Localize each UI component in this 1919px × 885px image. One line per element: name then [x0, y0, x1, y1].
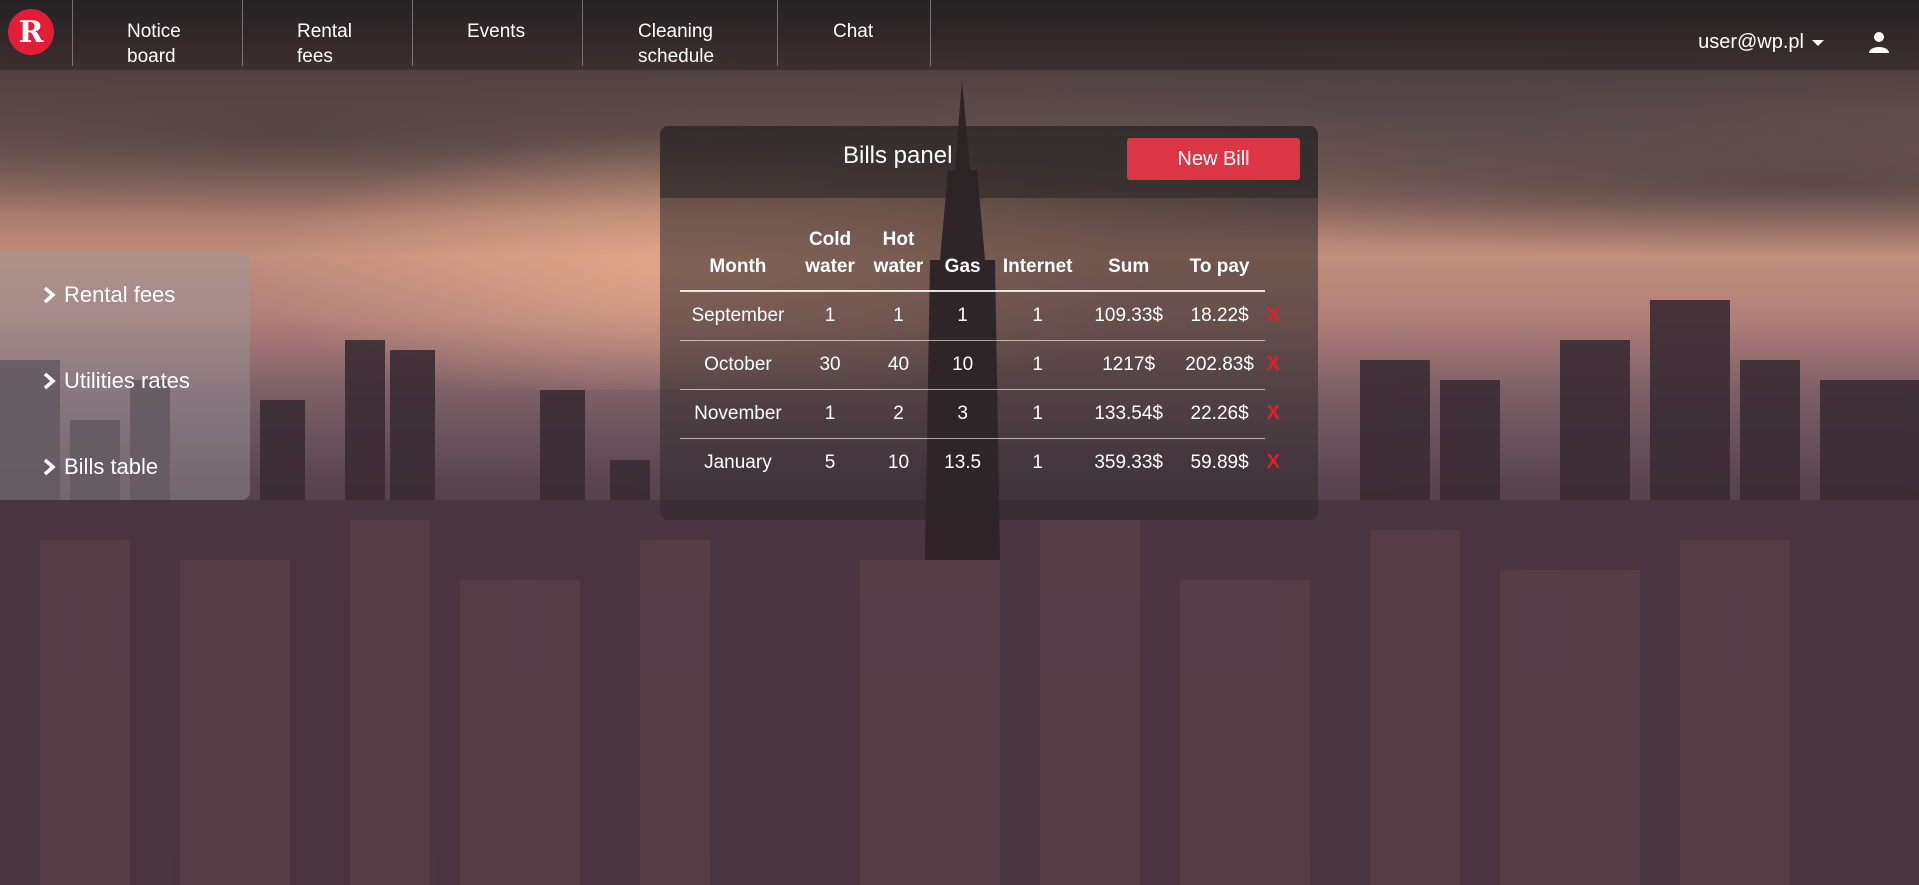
top-navbar: R Notice board Rental fees Events Cleani…	[0, 0, 1919, 70]
cell-internet: 1	[992, 388, 1083, 438]
sidebar-item-label: Rental fees	[64, 282, 176, 307]
cell-sum: 1217$	[1082, 339, 1175, 389]
nav-label-line1: Cleaning	[638, 21, 713, 42]
caret-down-icon	[1812, 39, 1824, 46]
column-header-cold-water[interactable]: Cold water	[795, 226, 865, 292]
nav-events[interactable]: Events	[412, 0, 582, 66]
cell-to-pay: 18.22$	[1190, 304, 1249, 326]
column-header-actions	[1265, 226, 1280, 291]
cell-internet: 1	[992, 437, 1083, 487]
cell-cold-water: 1	[795, 388, 865, 438]
nav-label-line2: schedule	[638, 46, 715, 67]
cell-hot-water: 1	[893, 304, 904, 326]
nav-label-line1: Notice	[127, 21, 181, 42]
nav-label-line1: Rental	[297, 21, 352, 42]
column-header-gas[interactable]: Gas	[932, 226, 993, 292]
user-email: user@wp.pl	[1698, 31, 1804, 53]
new-bill-button[interactable]: New Bill	[1127, 138, 1300, 180]
cell-hot-water: 40	[864, 339, 933, 389]
sidebar-item-bills-table[interactable]: Bills table	[42, 454, 158, 480]
nav-divider	[930, 0, 931, 66]
chevron-right-icon	[43, 372, 56, 390]
nav-rental-fees[interactable]: Rental fees	[242, 0, 412, 67]
cell-sum: 109.33$	[1094, 304, 1163, 326]
bills-panel: Bills panel New Bill Month Cold water Hot…	[660, 126, 1318, 520]
nav-cleaning-schedule[interactable]: Cleaning schedule	[582, 0, 777, 67]
cell-hot-water: 10	[864, 437, 933, 487]
nav-label-line1: Chat	[833, 21, 874, 42]
column-header-internet[interactable]: Internet	[992, 226, 1083, 292]
cell-gas: 13.5	[932, 437, 993, 487]
user-icon[interactable]	[1867, 30, 1891, 54]
cell-internet: 1	[992, 339, 1083, 389]
cell-cold-water: 1	[824, 304, 836, 326]
bills-panel-header: Bills panel New Bill	[660, 126, 1318, 198]
panel-title: Bills panel	[843, 142, 953, 169]
sidebar-item-label: Bills table	[64, 454, 159, 479]
cell-to-pay: 22.26$	[1174, 388, 1265, 438]
nav-label-line2: board	[127, 46, 176, 67]
nav-label-line1: Events	[467, 21, 526, 42]
chevron-right-icon	[43, 458, 56, 476]
column-header-month[interactable]: Month	[680, 226, 796, 292]
cell-gas: 3	[932, 388, 993, 438]
cell-sum: 133.54$	[1082, 388, 1175, 438]
table-row: October 30 40 10 1 1217$ 202.83$ X	[680, 339, 1280, 389]
delete-bill-button[interactable]: X	[1265, 291, 1280, 340]
nav-notice-board[interactable]: Notice board	[72, 0, 242, 67]
delete-bill-button[interactable]: X	[1265, 438, 1280, 487]
chevron-right-icon	[43, 286, 56, 304]
table-header-row: Month Cold water Hot water Gas Internet Su…	[680, 226, 1280, 292]
sidebar-item-rental-fees[interactable]: Rental fees	[42, 282, 175, 308]
cell-sum: 359.33$	[1082, 437, 1175, 487]
cell-month: October	[680, 339, 796, 389]
cell-gas: 10	[932, 339, 993, 389]
cell-month: November	[680, 388, 796, 438]
table-row: November 1 2 3 1 133.54$ 22.26$ X	[680, 388, 1280, 438]
cell-month: September	[691, 304, 785, 326]
cell-gas: 1	[957, 304, 968, 326]
column-header-to-pay[interactable]: To pay	[1174, 226, 1265, 292]
sidebar: Rental fees Utilities rates Bills table	[0, 252, 250, 500]
nav-label-line2: fees	[297, 46, 333, 67]
delete-bill-button[interactable]: X	[1265, 340, 1280, 389]
column-header-hot-water[interactable]: Hot water	[864, 226, 933, 292]
cell-to-pay: 202.83$	[1174, 339, 1265, 389]
delete-bill-button[interactable]: X	[1265, 389, 1280, 438]
sidebar-item-label: Utilities rates	[64, 368, 190, 393]
table-row: September 1 1 1 1 109.33$ 18.22$ X	[680, 291, 1280, 340]
cell-cold-water: 5	[795, 437, 865, 487]
nav-chat[interactable]: Chat	[777, 0, 930, 66]
app-logo[interactable]: R	[8, 9, 54, 55]
cell-to-pay: 59.89$	[1174, 437, 1265, 487]
cell-hot-water: 2	[864, 388, 933, 438]
sidebar-item-utilities-rates[interactable]: Utilities rates	[42, 368, 190, 394]
cell-cold-water: 30	[795, 339, 865, 389]
user-dropdown[interactable]: user@wp.pl	[1698, 31, 1824, 54]
bills-table: Month Cold water Hot water Gas Internet Su…	[680, 226, 1280, 487]
cell-month: January	[680, 437, 796, 487]
cell-internet: 1	[1032, 304, 1043, 326]
table-row: January 5 10 13.5 1 359.33$ 59.89$ X	[680, 437, 1280, 487]
column-header-sum[interactable]: Sum	[1082, 226, 1175, 292]
